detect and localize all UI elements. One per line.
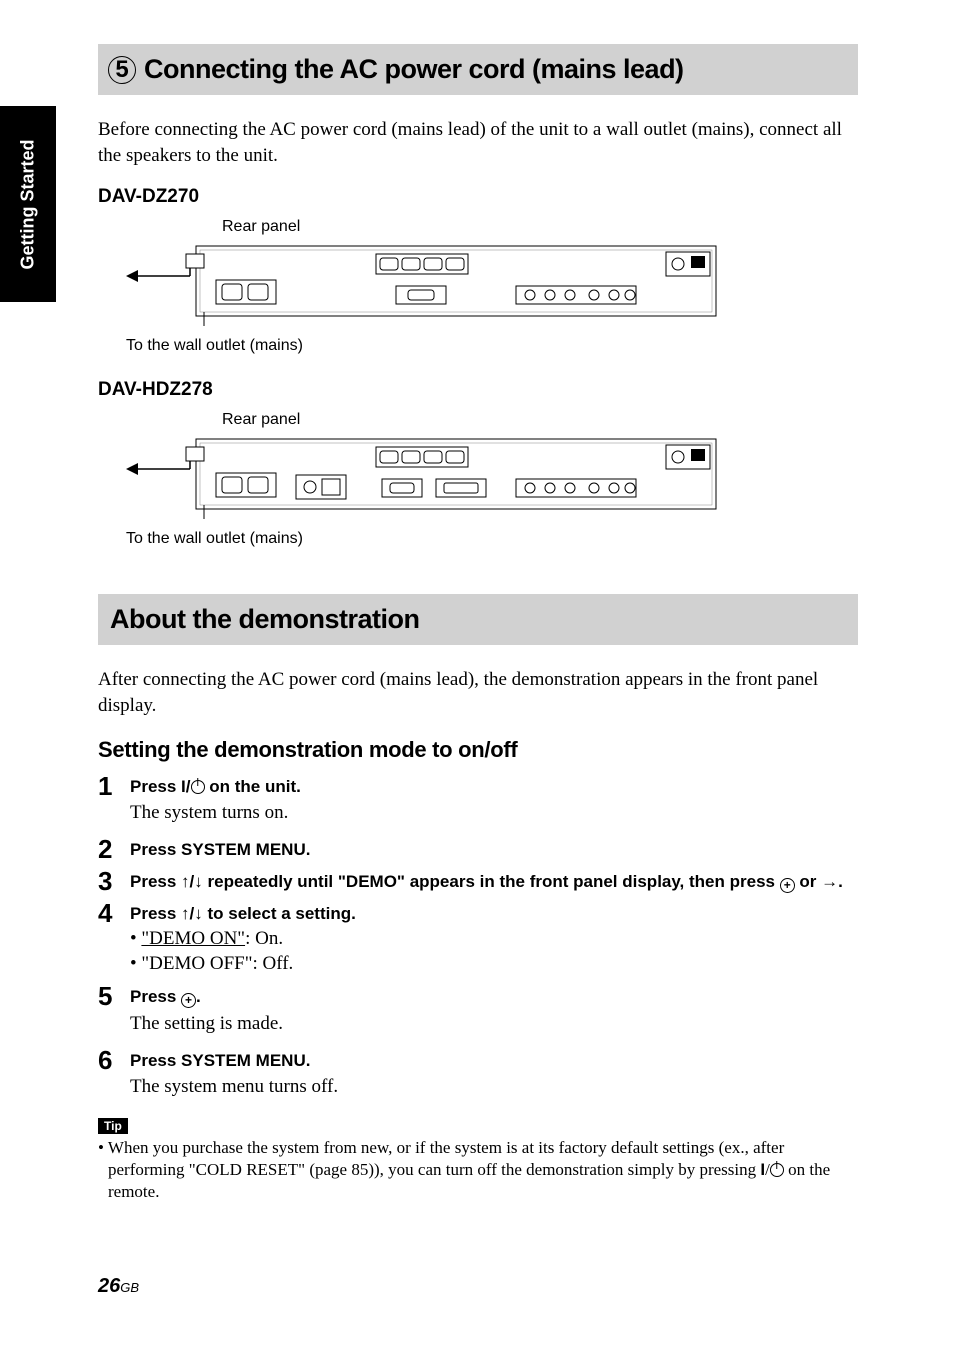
- step-number: 1: [98, 771, 130, 830]
- model2-name: DAV-HDZ278: [98, 379, 858, 401]
- bullet-demo-on: • "DEMO ON": On.: [130, 926, 858, 952]
- step-5: 5 Press +. The setting is made.: [98, 981, 858, 1040]
- model1-rear-label: Rear panel: [222, 218, 858, 236]
- section-heading-2: About the demonstration: [98, 594, 858, 645]
- step-instruction: Press SYSTEM MENU.: [130, 838, 858, 862]
- step-number: 3: [98, 866, 130, 894]
- step-description: The system menu turns off.: [130, 1074, 858, 1100]
- tip-text: • When you purchase the system from new,…: [98, 1137, 858, 1203]
- step-3: 3 Press ↑/↓ repeatedly until "DEMO" appe…: [98, 866, 858, 894]
- rear-panel-diagram-2: [126, 433, 858, 524]
- step-instruction: Press ↑/↓ repeatedly until "DEMO" appear…: [130, 870, 858, 894]
- side-tab: Getting Started: [0, 106, 56, 302]
- step-number: 2: [98, 834, 130, 862]
- step-description: The setting is made.: [130, 1011, 858, 1037]
- step-number: 6: [98, 1045, 130, 1104]
- side-tab-label: Getting Started: [18, 139, 39, 269]
- section-title: Connecting the AC power cord (mains lead…: [144, 54, 684, 85]
- step-description: The system turns on.: [130, 800, 858, 826]
- step-6: 6 Press SYSTEM MENU. The system menu tur…: [98, 1045, 858, 1104]
- step-instruction: Press ↑/↓ to select a setting.: [130, 902, 858, 926]
- model2-outlet-label: To the wall outlet (mains): [126, 530, 858, 548]
- step-1: 1 Press I/ on the unit. The system turns…: [98, 771, 858, 830]
- model1-name: DAV-DZ270: [98, 186, 858, 208]
- section2-intro: After connecting the AC power cord (main…: [98, 667, 858, 718]
- tip-label: Tip: [98, 1118, 128, 1134]
- power-icon: [191, 780, 205, 794]
- step-number: 5: [98, 981, 130, 1040]
- step-instruction: Press +.: [130, 985, 858, 1009]
- step-instruction: Press I/ on the unit.: [130, 775, 858, 799]
- step-4: 4 Press ↑/↓ to select a setting. • "DEMO…: [98, 898, 858, 977]
- model2-rear-label: Rear panel: [222, 411, 858, 429]
- rear-panel-diagram-1: [126, 240, 858, 331]
- page-content: 5 Connecting the AC power cord (mains le…: [98, 44, 858, 1203]
- step-instruction: Press SYSTEM MENU.: [130, 1049, 858, 1073]
- step-number: 4: [98, 898, 130, 977]
- section2-title: About the demonstration: [110, 604, 419, 634]
- section1-intro: Before connecting the AC power cord (mai…: [98, 117, 858, 168]
- page-number: 26GB: [98, 1275, 139, 1298]
- bullet-demo-off: • "DEMO OFF": Off.: [130, 951, 858, 977]
- power-icon: [770, 1163, 784, 1177]
- enter-plus-icon: +: [181, 993, 196, 1008]
- model1-outlet-label: To the wall outlet (mains): [126, 337, 858, 355]
- enter-plus-icon: +: [780, 878, 795, 893]
- step-circle-number: 5: [108, 56, 136, 84]
- step-2: 2 Press SYSTEM MENU.: [98, 834, 858, 862]
- section-heading-1: 5 Connecting the AC power cord (mains le…: [98, 44, 858, 95]
- section2-subhead: Setting the demonstration mode to on/off: [98, 737, 858, 763]
